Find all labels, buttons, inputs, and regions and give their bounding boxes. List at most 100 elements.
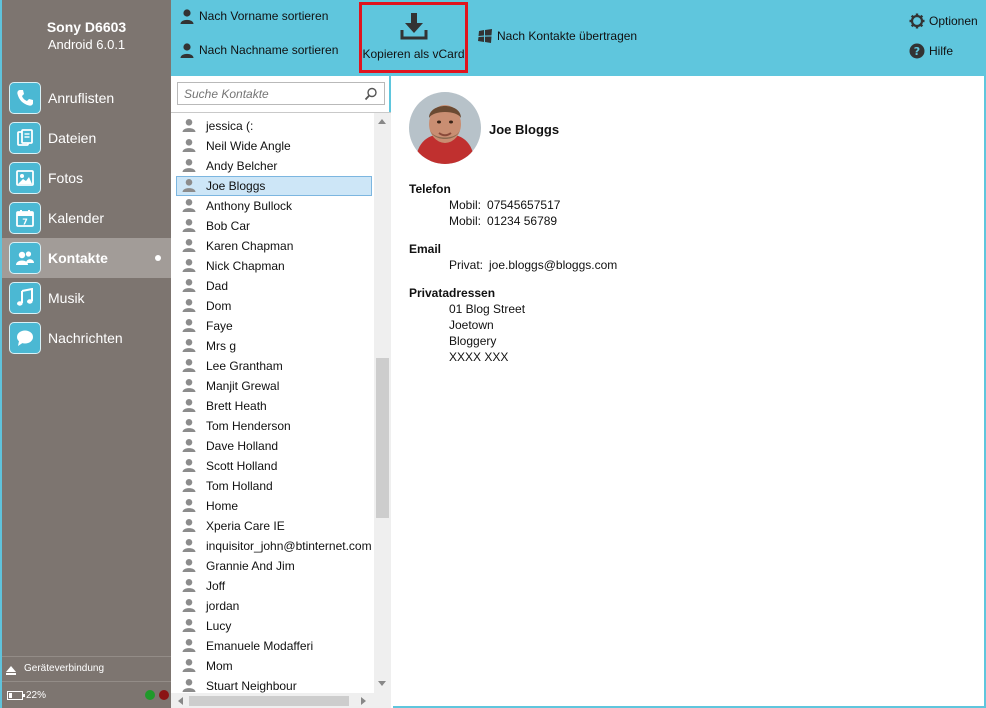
contact-name-label: Joe Bloggs	[206, 179, 266, 193]
sidebar-item-label: Dateien	[48, 130, 97, 146]
scroll-up-icon[interactable]	[378, 119, 386, 124]
person-icon	[182, 238, 196, 255]
person-icon	[182, 378, 196, 395]
address-section-title: Privatadressen	[409, 286, 496, 300]
contact-list-item[interactable]: Grannie And Jim	[171, 556, 372, 576]
transfer-contacts-button[interactable]: Nach Kontakte übertragen	[477, 28, 637, 44]
contact-list-item[interactable]: inquisitor_john@btinternet.com	[171, 536, 372, 556]
contact-list-item[interactable]: Anthony Bullock	[171, 196, 372, 216]
search-box	[177, 82, 385, 105]
contact-list-item[interactable]: Bob Car	[171, 216, 372, 236]
contact-list-item[interactable]: Joe Bloggs	[176, 176, 372, 196]
sidebar-item-files[interactable]: Dateien	[2, 118, 171, 158]
contact-name-label: Andy Belcher	[206, 159, 278, 173]
sidebar-item-music[interactable]: Musik	[2, 278, 171, 318]
sidebar-item-calls[interactable]: Anruflisten	[2, 78, 171, 118]
address-line: XXXX XXX	[449, 350, 509, 364]
contact-name-label: Mrs g	[206, 339, 236, 353]
scroll-right-icon[interactable]	[361, 697, 366, 705]
contact-name-label: Lucy	[206, 619, 232, 633]
scroll-down-icon[interactable]	[378, 681, 386, 686]
person-icon	[182, 318, 196, 335]
sidebar-nav: Anruflisten Dateien Fotos 7 Kalender Kontakte…	[2, 78, 171, 358]
sidebar-item-label: Kalender	[48, 210, 105, 226]
phone-label: Mobil:	[449, 198, 482, 212]
contact-list-item[interactable]: Brett Heath	[171, 396, 372, 416]
contact-list-item[interactable]: Mrs g	[171, 336, 372, 356]
contact-list-item[interactable]: Home	[171, 496, 372, 516]
contact-list-item[interactable]: Xperia Care IE	[171, 516, 372, 536]
contact-list-item[interactable]: Andy Belcher	[171, 156, 372, 176]
contact-list-item[interactable]: Joff	[171, 576, 372, 596]
contacts-icon	[9, 242, 41, 274]
status-led-green-icon	[145, 690, 155, 700]
contact-name-label: Xperia Care IE	[206, 519, 285, 533]
contact-list-item[interactable]: Faye	[171, 316, 372, 336]
help-button[interactable]: ? Hilfe	[909, 43, 953, 59]
contact-list-item[interactable]: Tom Holland	[171, 476, 372, 496]
scroll-left-icon[interactable]	[178, 697, 183, 705]
contact-list-item[interactable]: Neil Wide Angle	[171, 136, 372, 156]
svg-text:?: ?	[914, 45, 920, 58]
help-icon: ?	[909, 43, 925, 59]
contact-name-label: Bob Car	[206, 219, 251, 233]
contact-list-item[interactable]: Emanuele Modafferi	[171, 636, 372, 656]
phone-value: 07545657517	[487, 198, 561, 212]
contact-list-item[interactable]: Mom	[171, 656, 372, 676]
vertical-scrollbar[interactable]	[374, 113, 391, 693]
address-line: Joetown	[449, 318, 494, 332]
person-icon	[182, 258, 196, 275]
contact-list-item[interactable]: Lucy	[171, 616, 372, 636]
options-label: Optionen	[929, 14, 978, 28]
person-icon	[182, 438, 196, 455]
contact-list-item[interactable]: Nick Chapman	[171, 256, 372, 276]
person-icon	[180, 43, 194, 58]
toolbar: Nach Vorname sortieren Nach Nachname sor…	[171, 0, 986, 76]
contact-list-item[interactable]: Tom Henderson	[171, 416, 372, 436]
contact-list-item[interactable]: Dad	[171, 276, 372, 296]
sort-by-firstname-button[interactable]: Nach Vorname sortieren	[179, 8, 328, 24]
sort-by-lastname-button[interactable]: Nach Nachname sortieren	[179, 42, 338, 58]
person-icon	[182, 498, 196, 515]
contact-list-item[interactable]: Scott Holland	[171, 456, 372, 476]
contact-name-label: Neil Wide Angle	[206, 139, 291, 153]
contact-name-label: Grannie And Jim	[206, 559, 295, 573]
scrollbar-thumb[interactable]	[376, 358, 389, 518]
avatar	[409, 92, 481, 164]
person-icon	[182, 658, 196, 675]
phone-label: Mobil:	[449, 214, 482, 228]
search-icon[interactable]	[364, 87, 378, 101]
address-line: Bloggery	[449, 334, 497, 348]
person-icon	[182, 358, 196, 375]
sidebar-item-messages[interactable]: Nachrichten	[2, 318, 171, 358]
files-icon	[9, 122, 41, 154]
contact-list-item[interactable]: Manjit Grewal	[171, 376, 372, 396]
contact-list-item[interactable]: jordan	[171, 596, 372, 616]
contact-name-label: Nick Chapman	[206, 259, 285, 273]
horizontal-scrollbar-thumb[interactable]	[189, 696, 349, 706]
contact-name-label: Tom Henderson	[206, 419, 291, 433]
options-button[interactable]: Optionen	[909, 13, 978, 29]
device-os: Android 6.0.1	[47, 37, 126, 52]
copy-as-vcard-button[interactable]: Kopieren als vCard	[359, 2, 468, 73]
sidebar-item-calendar[interactable]: 7 Kalender	[2, 198, 171, 238]
sidebar-item-photos[interactable]: Fotos	[2, 158, 171, 198]
contact-name-label: Lee Grantham	[206, 359, 283, 373]
device-name: Sony D6603	[46, 19, 127, 35]
device-connection-button[interactable]: Geräteverbindung	[2, 656, 171, 680]
person-icon	[182, 578, 196, 595]
photos-icon	[9, 162, 41, 194]
contact-list-item[interactable]: Lee Grantham	[171, 356, 372, 376]
contact-list-item[interactable]: Karen Chapman	[171, 236, 372, 256]
person-icon	[182, 458, 196, 475]
status-bar: 22%	[2, 681, 171, 708]
contact-name-label: inquisitor_john@btinternet.com	[206, 539, 372, 553]
contact-list-item[interactable]: Dave Holland	[171, 436, 372, 456]
sidebar-item-contacts[interactable]: Kontakte	[2, 238, 171, 278]
contact-list-item[interactable]: Dom	[171, 296, 372, 316]
sidebar-item-label: Fotos	[48, 170, 84, 186]
search-input[interactable]	[184, 86, 359, 101]
contact-list-item[interactable]: jessica (:	[171, 116, 372, 136]
horizontal-scrollbar[interactable]	[171, 693, 391, 708]
person-icon	[182, 218, 196, 235]
